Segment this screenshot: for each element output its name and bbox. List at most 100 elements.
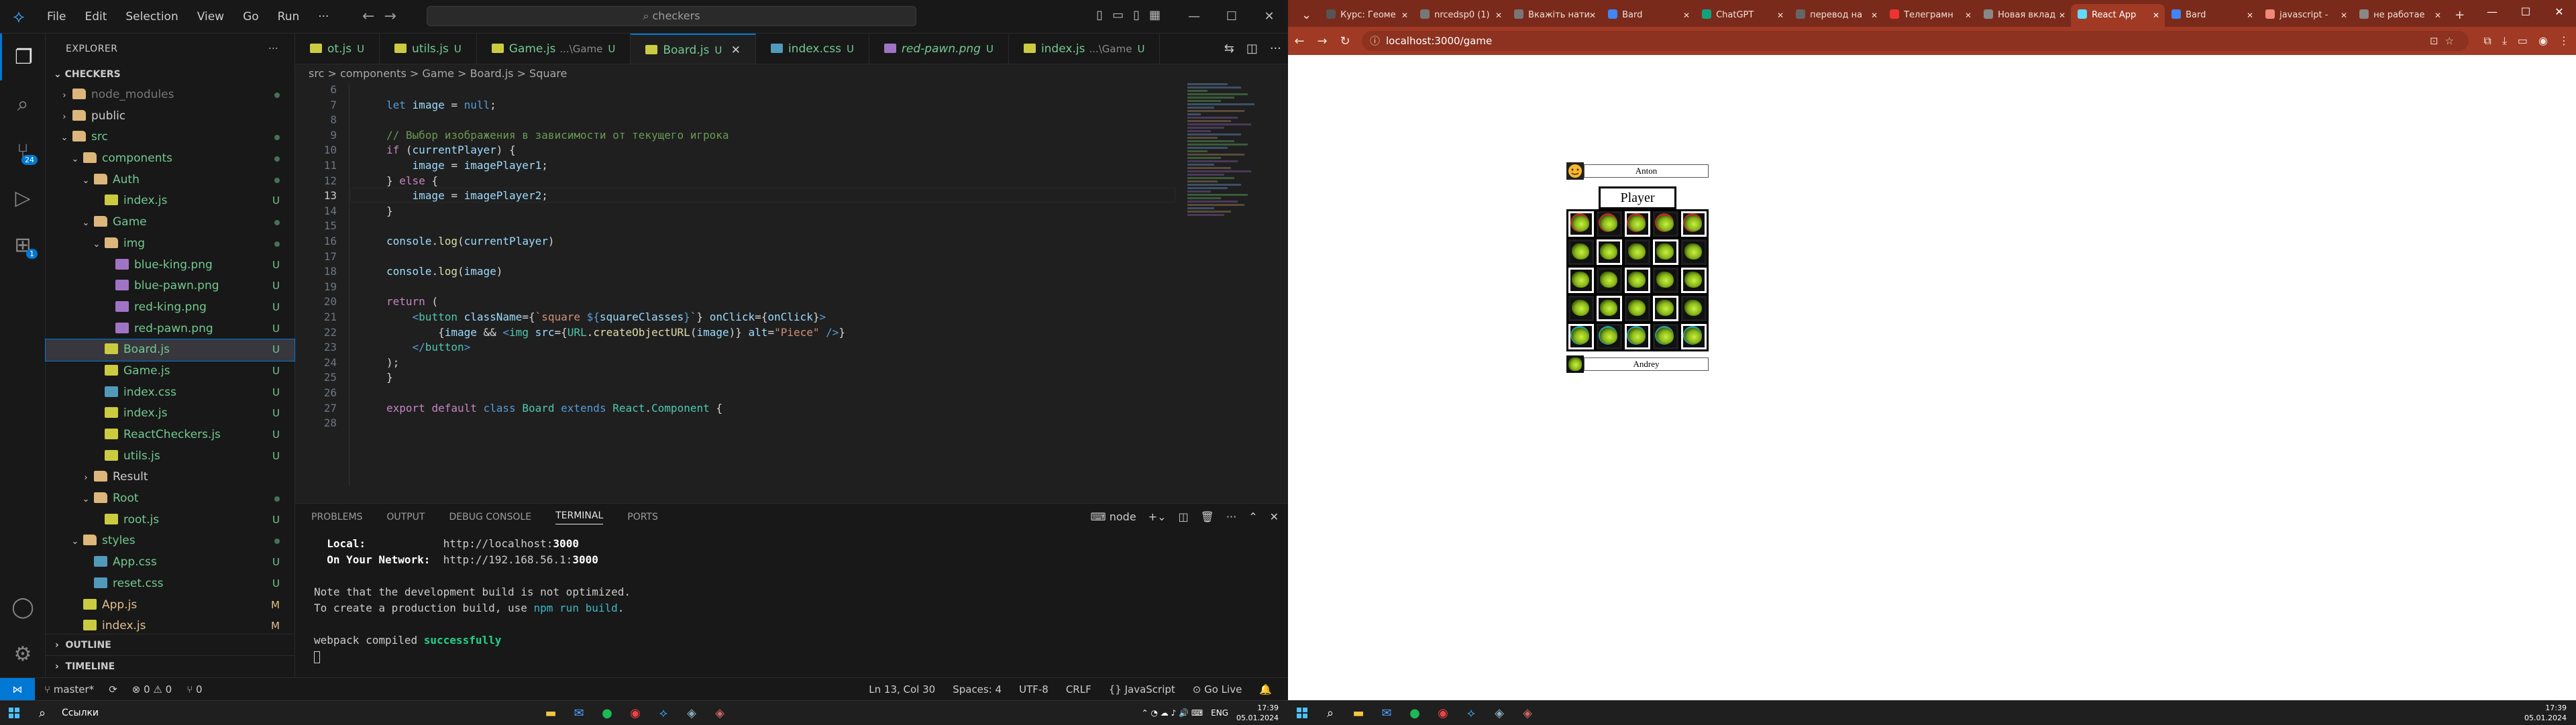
folder-row[interactable]: › node_modules	[46, 85, 294, 106]
folder-row[interactable]: › Result	[46, 467, 294, 488]
notifications-bell-icon[interactable]: 🔔	[1259, 678, 1272, 701]
board-square[interactable]	[1597, 324, 1622, 349]
branch-status[interactable]: ⑂ master*	[44, 678, 94, 701]
language-mode[interactable]: {} JavaScript	[1109, 678, 1175, 701]
close-tab-icon[interactable]: ✕	[1495, 4, 1502, 27]
board-square[interactable]	[1653, 324, 1678, 349]
split-editor-icon[interactable]: ◫	[1246, 34, 1258, 64]
folder-row[interactable]: ⌄ Root	[46, 488, 294, 510]
run-debug-icon[interactable]: ▷	[0, 174, 46, 221]
more-actions-icon[interactable]: ···	[1270, 34, 1281, 64]
search-label[interactable]: Ссылки	[62, 708, 99, 718]
app-icon-2[interactable]: ◈	[1513, 701, 1542, 725]
tab-search-icon[interactable]: ⌄	[1293, 4, 1320, 27]
folder-row[interactable]: ⌄ styles	[46, 531, 294, 552]
file-explorer-icon[interactable]: ▬	[1344, 701, 1373, 725]
board-square[interactable]	[1568, 239, 1594, 265]
panel-tab-ports[interactable]: PORTS	[627, 512, 658, 522]
menu-item[interactable]: Edit	[75, 10, 116, 23]
panel-tab-terminal[interactable]: TERMINAL	[555, 510, 604, 524]
file-row[interactable]: utils.js U	[46, 446, 294, 467]
browser-tab[interactable]: ChatGPT ✕	[1695, 4, 1789, 27]
reading-list-icon[interactable]: ▭	[2518, 27, 2528, 55]
indentation[interactable]: Spaces: 4	[953, 678, 1002, 701]
file-row[interactable]: root.js U	[46, 510, 294, 531]
more-actions-icon[interactable]: ···	[268, 34, 278, 64]
back-icon[interactable]: ←	[1288, 34, 1311, 48]
close-tab-icon[interactable]: ✕	[1871, 4, 1878, 27]
file-row[interactable]: App.js M	[46, 595, 294, 616]
problems-status[interactable]: ⊗ 0 ⚠ 0	[132, 678, 172, 701]
board-square[interactable]	[1653, 211, 1678, 237]
language-indicator[interactable]: ENG	[1211, 708, 1228, 718]
file-row[interactable]: reset.css U	[46, 573, 294, 595]
close-tab-icon[interactable]: ✕	[2059, 4, 2065, 27]
board-square[interactable]	[1681, 324, 1707, 349]
kill-terminal-icon[interactable]: 🗑	[1201, 504, 1214, 531]
editor-tab[interactable]: index.css U	[756, 34, 869, 64]
close-tab-icon[interactable]: ✕	[2341, 4, 2347, 27]
menu-item[interactable]: View	[188, 10, 233, 23]
new-terminal-icon[interactable]: +⌄	[1148, 504, 1167, 531]
address-bar[interactable]: ⓘ localhost:3000/game ⊡☆	[1362, 31, 2469, 51]
board-square[interactable]	[1625, 324, 1650, 349]
folder-row[interactable]: ⌄ Auth	[46, 170, 294, 191]
browser-tab[interactable]: не работае ✕	[2353, 4, 2447, 27]
file-row[interactable]: index.js U	[46, 190, 294, 212]
forward-icon[interactable]: →	[1311, 34, 1334, 48]
browser-tab[interactable]: Bard ✕	[1601, 4, 1695, 27]
start-button[interactable]	[0, 701, 28, 725]
editor-tab[interactable]: Game.js ...\Game U	[477, 34, 631, 64]
panel-tab-debug-console[interactable]: DEBUG CONSOLE	[449, 512, 531, 522]
file-row[interactable]: App.css U	[46, 552, 294, 573]
split-terminal-icon[interactable]: ◫	[1178, 504, 1188, 531]
toggle-panel-icon[interactable]: ▭	[1112, 8, 1124, 22]
board-square[interactable]	[1653, 239, 1678, 265]
workspace-root[interactable]: ⌄ CHECKERS	[46, 64, 294, 85]
board-square[interactable]	[1625, 211, 1650, 237]
file-row[interactable]: index.css U	[46, 382, 294, 404]
file-row[interactable]: blue-king.png U	[46, 255, 294, 276]
menu-item[interactable]: ···	[309, 10, 338, 23]
vscode-icon[interactable]: ⟡	[649, 701, 678, 725]
browser-tab[interactable]: nrcedsp0 (1) ✕	[1413, 4, 1507, 27]
close-tab-icon[interactable]: ✕	[1683, 4, 1690, 27]
folder-row[interactable]: ⌄ Game	[46, 212, 294, 233]
ports-status[interactable]: ⑂ 0	[186, 678, 202, 701]
chrome-icon[interactable]: ◉	[1429, 701, 1457, 725]
app-icon[interactable]: ◈	[1485, 701, 1513, 725]
board-square[interactable]	[1568, 324, 1594, 349]
board-square[interactable]	[1597, 268, 1622, 293]
editor-tab[interactable]: red-pawn.png U	[869, 34, 1009, 64]
close-icon[interactable]: ✕	[727, 44, 741, 57]
browser-tab[interactable]: javascript - ✕	[2259, 4, 2353, 27]
outline-section[interactable]: › OUTLINE	[46, 634, 295, 655]
timeline-section[interactable]: › TIMELINE	[46, 655, 295, 677]
board-square[interactable]	[1568, 296, 1594, 321]
search-icon[interactable]: ⌕	[1316, 701, 1344, 725]
editor-tab[interactable]: utils.js U	[380, 34, 477, 64]
command-center[interactable]: ⌕ checkers	[427, 6, 916, 26]
file-row[interactable]: Game.js U	[46, 361, 294, 382]
board-square[interactable]	[1681, 211, 1707, 237]
encoding[interactable]: UTF-8	[1019, 678, 1049, 701]
sync-icon[interactable]: ⟳	[109, 678, 117, 701]
browser-tab[interactable]: Вкажіть нати ✕	[1507, 4, 1601, 27]
close-tab-icon[interactable]: ✕	[1965, 4, 1972, 27]
clock[interactable]: 17:39 05.01.2024	[2524, 703, 2567, 723]
tray-icons[interactable]: ⌃ ◔ ☁ ♪ 🔊 ⌨	[1142, 708, 1203, 718]
close-tab-icon[interactable]: ✕	[1401, 4, 1408, 27]
board-square[interactable]	[1568, 268, 1594, 293]
maximize-icon[interactable]: ☐	[1213, 0, 1250, 34]
file-row[interactable]: index.js U	[46, 403, 294, 425]
browser-tab[interactable]: Курс: Геоме ✕	[1320, 4, 1413, 27]
maximize-icon[interactable]: ☐	[2509, 0, 2542, 24]
close-tab-icon[interactable]: ✕	[2153, 4, 2159, 27]
site-info-icon[interactable]: ⓘ	[1370, 31, 1380, 51]
minimize-icon[interactable]: —	[1175, 0, 1213, 34]
editor-tab[interactable]: Board.js U ✕	[631, 34, 756, 64]
customize-layout-icon[interactable]: ▦	[1149, 8, 1161, 22]
extensions-icon[interactable]: ⊞ 1	[0, 221, 46, 268]
spotify-icon[interactable]: ●	[593, 701, 621, 725]
terminal-output[interactable]: Local: http://localhost:3000 On Your Net…	[295, 531, 1288, 663]
